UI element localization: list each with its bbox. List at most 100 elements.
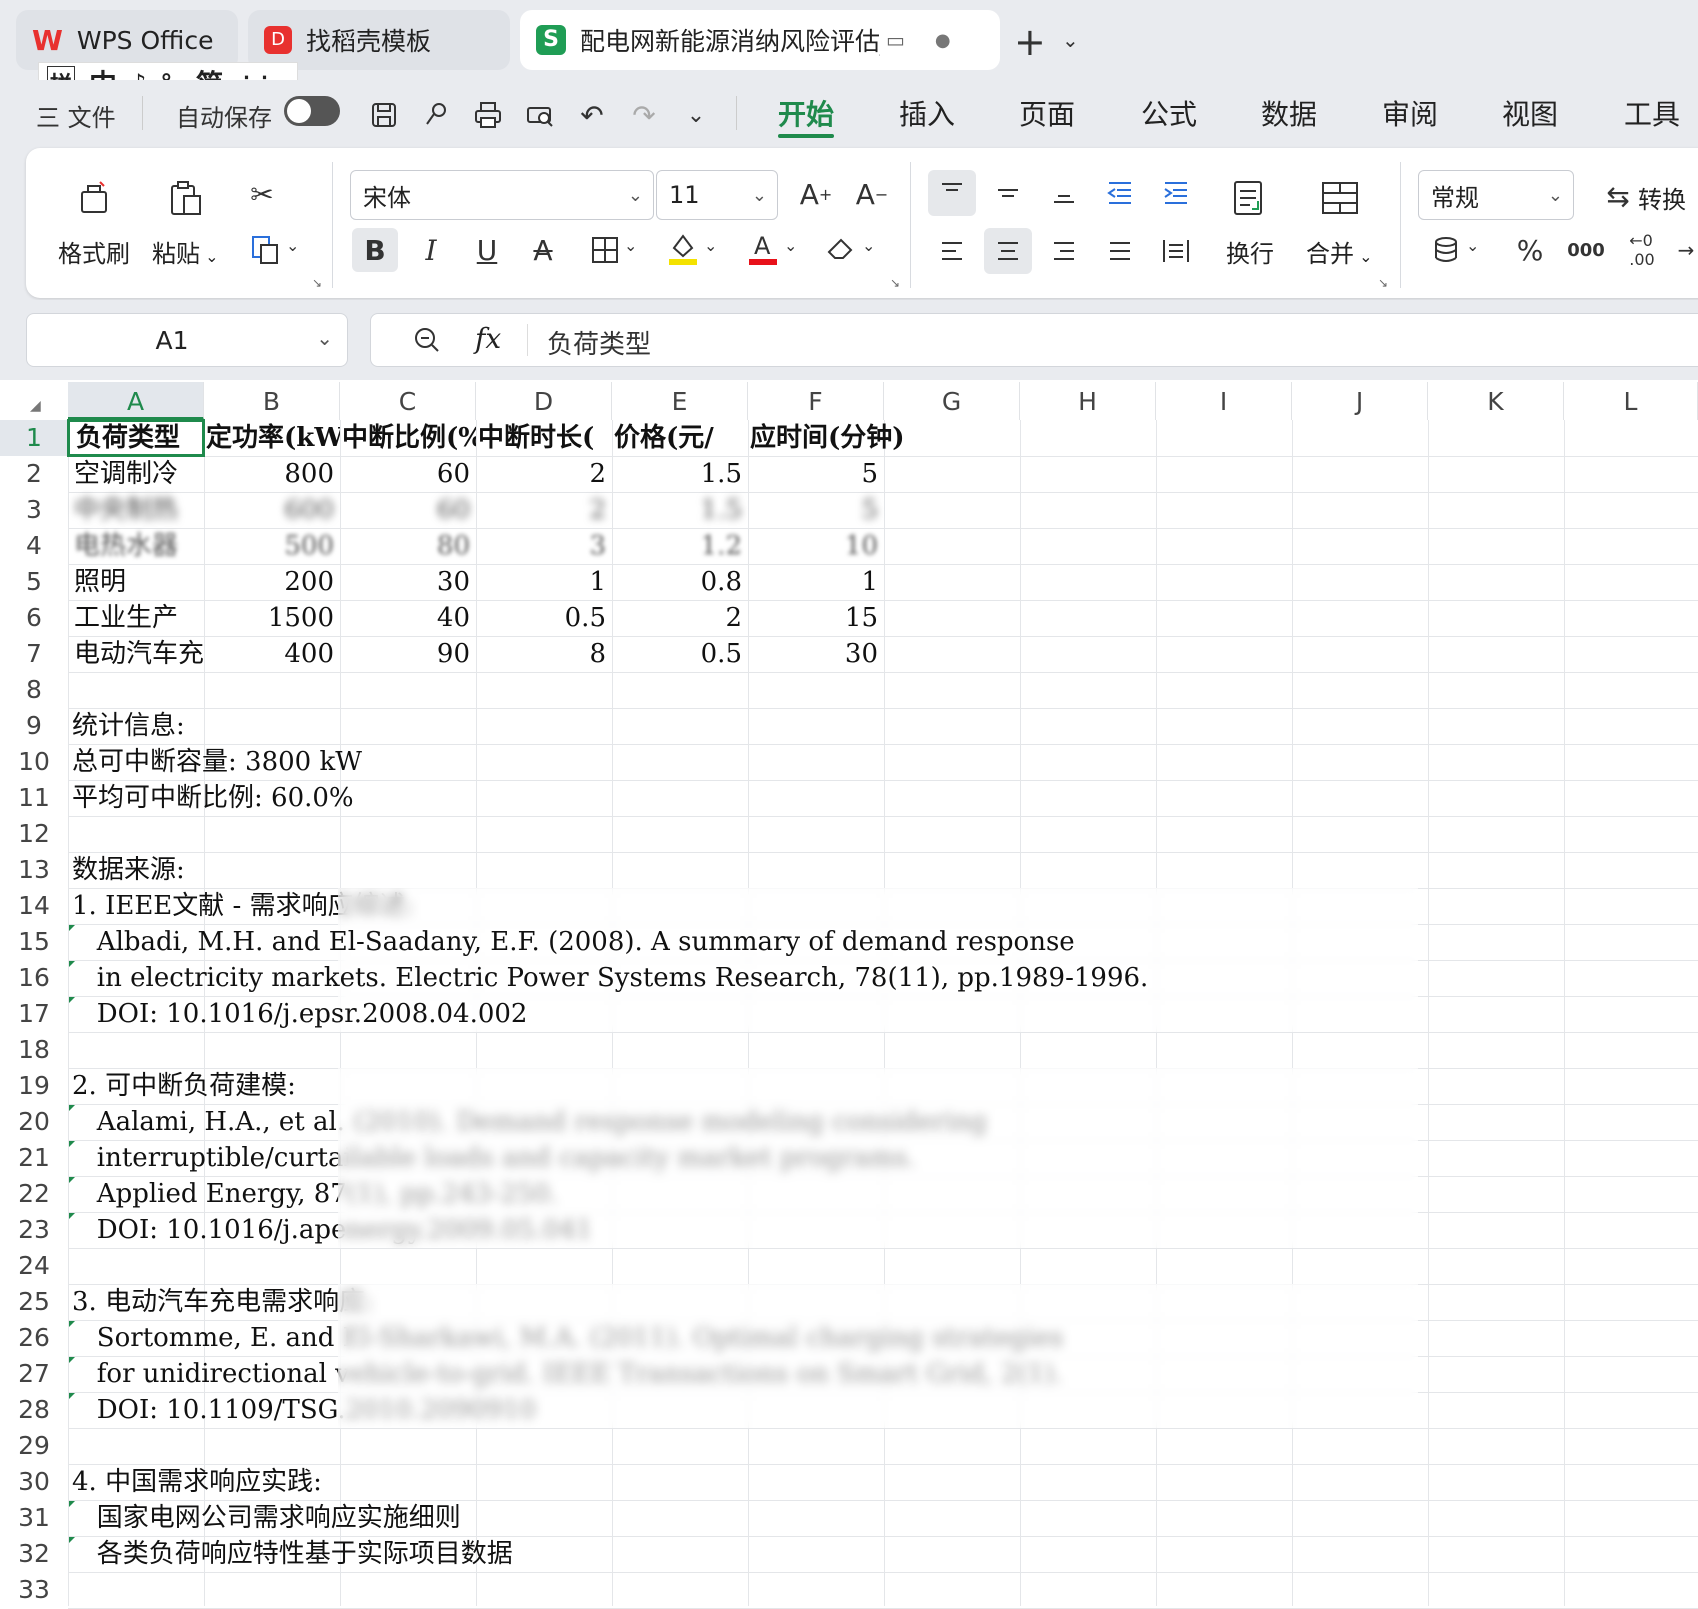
unsaved-dot-icon[interactable]: ● [935,30,951,51]
table-cell[interactable]: 工业生产 [74,600,202,636]
menu-tab-review[interactable]: 审阅 [1382,93,1438,133]
table-cell[interactable]: 30 [750,636,878,672]
table-cell[interactable]: 1.5 [614,456,742,492]
convert-label[interactable]: 转换 [1638,180,1686,215]
row-header[interactable]: 25 [0,1284,68,1320]
format-painter-icon[interactable] [72,176,116,220]
source-title-cell[interactable]: 数据来源: [72,852,185,888]
table-cell[interactable]: 1.5 [614,492,742,528]
merge-cells-label[interactable]: 合并 ⌄ [1306,234,1373,269]
wrap-text-icon[interactable] [1226,176,1274,222]
row-header[interactable]: 4 [0,528,68,564]
fill-color-icon[interactable] [660,226,706,270]
row-header[interactable]: 24 [0,1248,68,1284]
screen-icon[interactable]: ▭ [886,28,905,52]
decrease-indent-icon[interactable] [1096,170,1144,216]
total-capacity-cell[interactable]: 总可中断容量: 3800 kW [72,744,362,780]
row-header[interactable]: 7 [0,636,68,672]
font-size-select[interactable]: 11 ⌄ [656,170,778,220]
tab-docer[interactable]: D 找稻壳模板 [248,10,510,70]
tab-spreadsheet[interactable]: S 配电网新能源消纳风险评估_完 ▭ ● [520,10,1000,70]
row-header[interactable]: 32 [0,1536,68,1572]
column-header-h[interactable]: H [1020,382,1156,420]
table-cell[interactable]: 15 [750,600,878,636]
row-header[interactable]: 2 [0,456,68,492]
table-cell[interactable]: 2 [478,456,606,492]
reference-cell[interactable]: Albadi, M.H. and El-Saadany, E.F. (2008)… [72,924,1412,960]
percent-icon[interactable]: % [1510,230,1550,270]
column-header-i[interactable]: I [1156,382,1292,420]
font-launcher-icon[interactable]: ↘ [890,276,900,290]
table-cell[interactable]: 0.5 [614,636,742,672]
print-preview-icon[interactable] [520,95,560,135]
row-header[interactable]: 12 [0,816,68,852]
increase-font-icon[interactable]: A + [796,174,836,214]
row-header[interactable]: 16 [0,960,68,996]
row-header[interactable]: 3 [0,492,68,528]
reference-cell[interactable]: 各类负荷响应特性基于实际项目数据 [72,1536,1412,1572]
convert-icon[interactable]: ⇆ [1600,176,1636,216]
table-cell[interactable]: 0.8 [614,564,742,600]
table-cell[interactable]: 800 [206,456,334,492]
tab-wps-office[interactable]: W WPS Office [16,10,238,70]
column-header-d[interactable]: D [476,382,612,420]
border-icon[interactable] [582,228,628,272]
table-cell[interactable]: 60 [342,492,470,528]
merge-cells-icon[interactable] [1316,176,1364,222]
row-header[interactable]: 11 [0,780,68,816]
row-header[interactable]: 10 [0,744,68,780]
menu-tab-insert[interactable]: 插入 [899,93,955,133]
reference-cell[interactable]: 国家电网公司需求响应实施细则 [72,1500,1412,1536]
undo-icon[interactable]: ↶ [572,95,612,135]
bold-icon[interactable]: B [352,228,398,272]
row-header[interactable]: 29 [0,1428,68,1464]
chevron-down-icon[interactable]: ⌄ [1062,28,1079,52]
autosave-toggle[interactable] [284,96,340,126]
row-header[interactable]: 6 [0,600,68,636]
menu-tab-tools[interactable]: 工具 [1624,93,1680,133]
distributed-align-icon[interactable] [1152,228,1200,274]
column-header-l[interactable]: L [1564,382,1698,420]
increase-indent-icon[interactable] [1152,170,1200,216]
table-cell[interactable]: 0.5 [478,600,606,636]
thousands-separator-icon[interactable]: 000 [1566,230,1606,270]
row-header[interactable]: 1 [0,420,68,456]
column-header-b[interactable]: B [204,382,340,420]
table-cell[interactable]: 2 [614,600,742,636]
decrease-font-icon[interactable]: A − [852,174,892,214]
align-right-icon[interactable] [1040,228,1088,274]
select-all-corner-icon[interactable]: ◢ [30,398,41,414]
border-dropdown-icon[interactable]: ⌄ [624,236,637,255]
align-top-icon[interactable] [928,170,976,216]
menu-tab-view[interactable]: 视图 [1502,93,1558,133]
zoom-formula-icon[interactable] [413,326,441,358]
table-cell[interactable]: 40 [342,600,470,636]
row-header[interactable]: 15 [0,924,68,960]
table-cell[interactable]: 中央制热 [74,492,202,528]
font-color-dropdown-icon[interactable]: ⌄ [784,236,797,255]
row-header[interactable]: 8 [0,672,68,708]
row-header[interactable]: 5 [0,564,68,600]
table-cell[interactable]: 10 [750,528,878,564]
formula-input[interactable]: fx 负荷类型 [370,313,1698,367]
column-header-k[interactable]: K [1428,382,1564,420]
stats-title-cell[interactable]: 统计信息: [72,708,185,744]
menu-tab-home[interactable]: 开始 [778,93,834,133]
print-icon[interactable] [468,95,508,135]
clear-dropdown-icon[interactable]: ⌄ [862,236,875,255]
table-header-cell[interactable]: 负荷类型 [76,420,204,456]
table-header-cell[interactable]: 中断时长( [478,420,612,456]
decimal-increase-icon[interactable]: ←0.00 [1622,230,1662,270]
strikethrough-icon[interactable]: A [520,228,566,272]
justify-icon[interactable] [1096,228,1144,274]
table-cell[interactable]: 400 [206,636,334,672]
reference-cell[interactable]: DOI: 10.1016/j.epsr.2008.04.002 [72,996,1412,1032]
paste-icon[interactable] [164,176,208,220]
menu-tab-page[interactable]: 页面 [1019,93,1075,133]
redo-icon[interactable]: ↷ [624,95,664,135]
table-cell[interactable]: 2 [478,492,606,528]
table-cell[interactable]: 30 [342,564,470,600]
table-cell[interactable]: 1500 [206,600,334,636]
table-cell[interactable]: 200 [206,564,334,600]
row-header[interactable]: 20 [0,1104,68,1140]
